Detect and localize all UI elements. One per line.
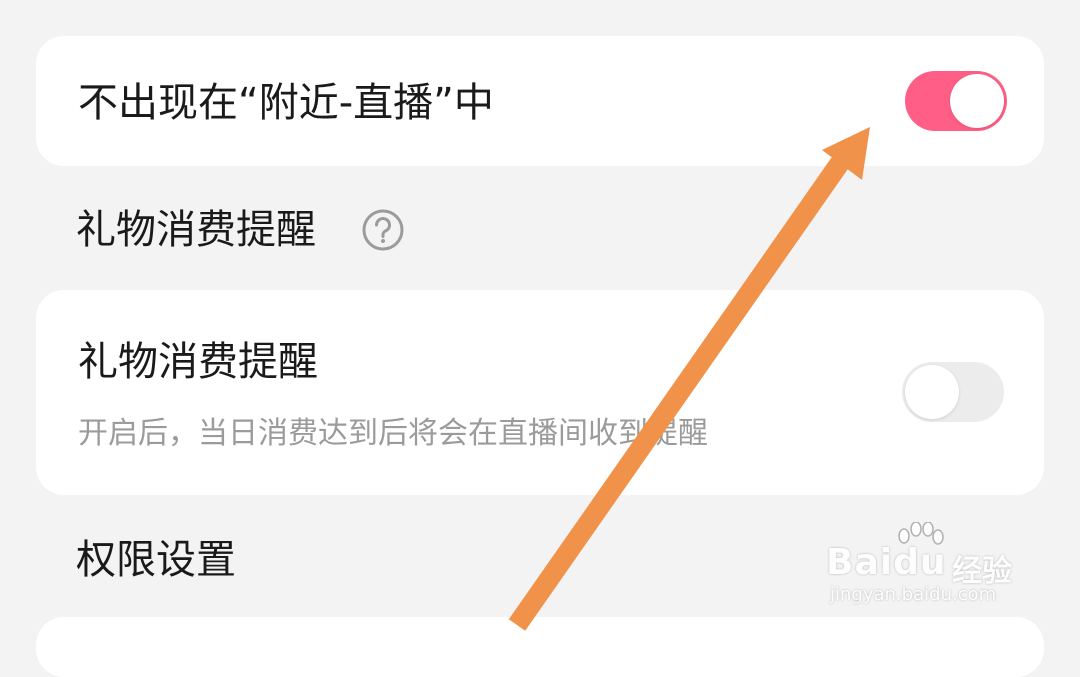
nearby-live-label: 不出现在“附近-直播”中 bbox=[78, 80, 494, 126]
baidu-jingyan-watermark: Baidu 经验 jingyan.baidu.com bbox=[826, 522, 1026, 612]
nearby-live-card: 不出现在“附近-直播”中 bbox=[36, 36, 1044, 166]
nearby-live-toggle[interactable] bbox=[905, 71, 1007, 131]
watermark-url: jingyan.baidu.com bbox=[830, 584, 997, 605]
permission-card bbox=[36, 617, 1044, 677]
gift-reminder-card: 礼物消费提醒 开启后，当日消费达到后将会在直播间收到提醒 bbox=[36, 290, 1044, 495]
question-circle-icon[interactable] bbox=[361, 208, 405, 252]
gift-reminder-toggle[interactable] bbox=[902, 362, 1004, 422]
permission-section-title: 权限设置 bbox=[76, 537, 236, 583]
toggle-knob bbox=[950, 74, 1004, 128]
gift-reminder-section-title: 礼物消费提醒 bbox=[76, 207, 316, 253]
toggle-knob bbox=[905, 365, 959, 419]
gift-reminder-description: 开启后，当日消费达到后将会在直播间收到提醒 bbox=[78, 416, 708, 451]
gift-reminder-label: 礼物消费提醒 bbox=[78, 339, 318, 385]
watermark-logo: Baidu bbox=[826, 542, 947, 583]
